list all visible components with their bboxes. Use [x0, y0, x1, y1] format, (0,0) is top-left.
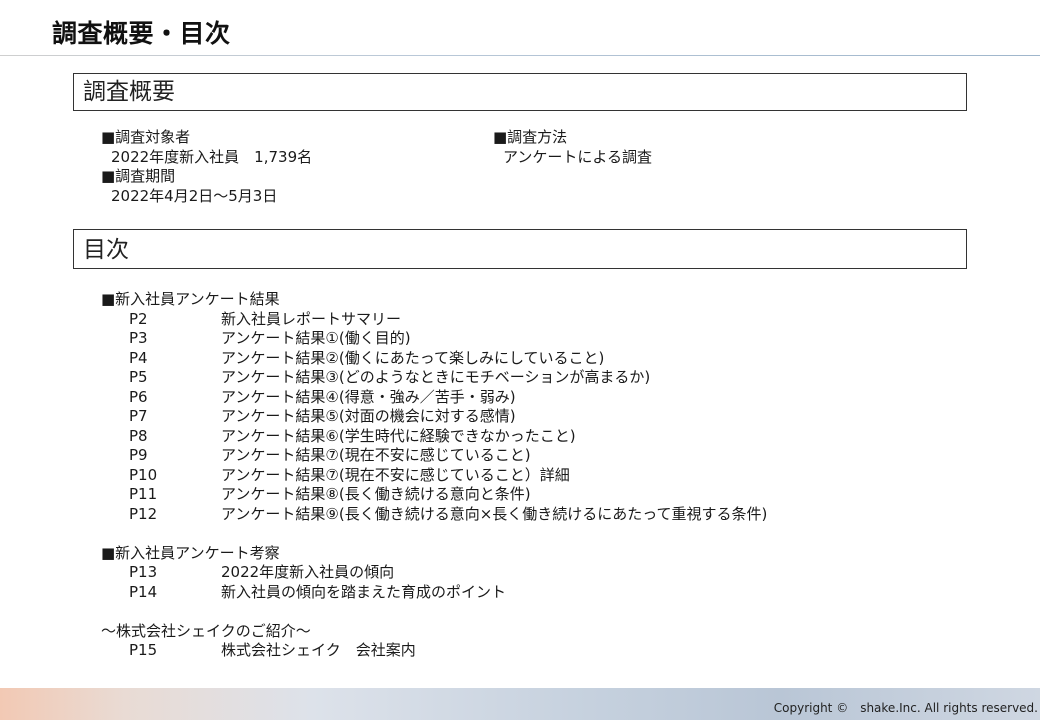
toc-item-label: アンケート結果⑥(学生時代に経験できなかったこと) — [221, 426, 576, 445]
toc-page-number: P2 — [129, 309, 148, 328]
toc-item[interactable]: P7 アンケート結果⑤(対面の機会に対する感情) — [101, 407, 767, 427]
toc-section-title: ■新入社員アンケート結果 — [101, 290, 280, 308]
toc-page-number: P7 — [129, 407, 148, 425]
toc-page-number: P5 — [129, 368, 148, 386]
target-label: ■調査対象者 — [101, 128, 191, 146]
overview-right-column: ■調査方法 アンケートによる調査 — [493, 128, 652, 167]
toc-item[interactable]: P10 アンケート結果⑦(現在不安に感じていること）詳細 — [101, 466, 767, 486]
title-divider — [0, 55, 1040, 56]
toc-item[interactable]: P6 アンケート結果④(得意・強み／苦手・弱み) — [101, 388, 767, 408]
toc-item-label: アンケート結果④(得意・強み／苦手・弱み) — [221, 387, 516, 406]
toc-item-label: アンケート結果②(働くにあたって楽しみにしていること) — [221, 348, 605, 367]
toc-page-number: P4 — [129, 348, 148, 367]
toc-page-number: P6 — [129, 387, 148, 406]
toc-item[interactable]: P9 アンケート結果⑦(現在不安に感じていること) — [101, 446, 767, 466]
toc-item-label: アンケート結果①(働く目的) — [221, 329, 411, 347]
toc-item[interactable]: P14 新入社員の傾向を踏まえた育成のポイント — [101, 583, 767, 603]
toc-item[interactable]: P8 アンケート結果⑥(学生時代に経験できなかったこと) — [101, 427, 767, 447]
toc-section-title: ■新入社員アンケート考察 — [101, 543, 280, 562]
method-label: ■調査方法 — [493, 128, 568, 146]
toc-item-label: 株式会社シェイク 会社案内 — [221, 641, 416, 659]
toc-page-number: P14 — [129, 582, 158, 601]
toc-item[interactable]: P15 株式会社シェイク 会社案内 — [101, 641, 767, 661]
toc-item[interactable]: P5 アンケート結果③(どのようなときにモチベーションが高まるか) — [101, 368, 767, 388]
copyright-text: Copyright © shake.Inc. All rights reserv… — [773, 701, 1038, 715]
toc-page-number: P12 — [129, 504, 158, 523]
toc-page-number: P3 — [129, 329, 148, 347]
page-title: 調査概要・目次 — [52, 19, 231, 48]
table-of-contents: ■新入社員アンケート結果 P2 新入社員レポートサマリー P3 アンケート結果①(働… — [101, 290, 767, 661]
toc-item[interactable]: P2 新入社員レポートサマリー — [101, 310, 767, 330]
toc-item[interactable]: P3 アンケート結果①(働く目的) — [101, 329, 767, 349]
overview-heading: 調査概要 — [73, 73, 967, 111]
toc-item[interactable]: P11 アンケート結果⑧(長く働き続ける意向と条件) — [101, 485, 767, 505]
period-value: 2022年4月2日～5月3日 — [111, 186, 278, 205]
toc-item-label: アンケート結果⑤(対面の機会に対する感情) — [221, 407, 516, 425]
toc-heading: 目次 — [73, 229, 967, 269]
period-label: ■調査期間 — [101, 167, 176, 185]
toc-page-number: P11 — [129, 485, 158, 503]
method-value: アンケートによる調査 — [503, 147, 652, 166]
toc-item-label: 新入社員レポートサマリー — [221, 309, 402, 328]
toc-item[interactable]: P12 アンケート結果⑨(長く働き続ける意向×長く働き続けるにあたって重視する条件… — [101, 505, 767, 525]
toc-page-number: P13 — [129, 563, 158, 581]
overview-left-column: ■調査対象者 2022年度新入社員 1,739名 ■調査期間 2022年4月2日… — [101, 128, 312, 206]
toc-item-label: 新入社員の傾向を踏まえた育成のポイント — [221, 582, 507, 601]
toc-page-number: P10 — [129, 465, 158, 484]
toc-item-label: アンケート結果⑦(現在不安に感じていること）詳細 — [221, 465, 570, 484]
toc-item-label: 2022年度新入社員の傾向 — [221, 563, 395, 581]
toc-item[interactable]: P4 アンケート結果②(働くにあたって楽しみにしていること) — [101, 349, 767, 369]
toc-item-label: アンケート結果⑧(長く働き続ける意向と条件) — [221, 485, 531, 503]
toc-item-label: アンケート結果⑦(現在不安に感じていること) — [221, 446, 531, 464]
toc-page-number: P8 — [129, 426, 148, 445]
toc-page-number: P15 — [129, 641, 158, 659]
toc-section-title: ～株式会社シェイクのご紹介～ — [101, 621, 311, 640]
toc-item-label: アンケート結果⑨(長く働き続ける意向×長く働き続けるにあたって重視する条件) — [221, 504, 768, 523]
target-value: 2022年度新入社員 1,739名 — [111, 147, 313, 166]
toc-item-label: アンケート結果③(どのようなときにモチベーションが高まるか) — [221, 368, 651, 386]
toc-item[interactable]: P13 2022年度新入社員の傾向 — [101, 563, 767, 583]
toc-page-number: P9 — [129, 446, 148, 464]
